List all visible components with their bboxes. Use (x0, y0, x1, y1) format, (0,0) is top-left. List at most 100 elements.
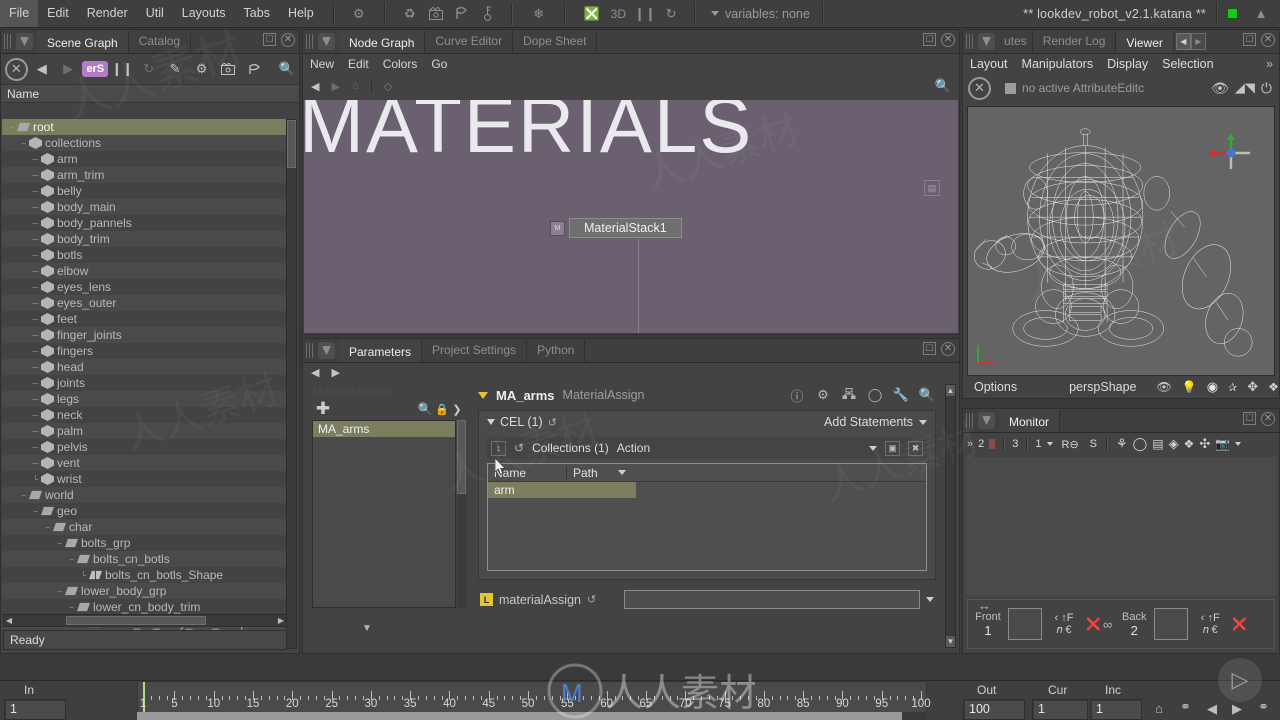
tab-project-settings[interactable]: Project Settings (422, 339, 528, 362)
scene-graph-item[interactable]: ─ botls (2, 247, 288, 263)
timeline-scrollbar[interactable] (137, 712, 927, 720)
maximize-icon[interactable]: ☐ (1243, 33, 1256, 46)
panel-grip[interactable] (306, 343, 314, 358)
add-icon[interactable]: ✚ (312, 399, 334, 419)
tab-catalog[interactable]: Catalog (129, 30, 192, 53)
scene-graph-item[interactable]: − lower_body_grp (2, 583, 288, 599)
back-arrow-icon[interactable]: ◀ (311, 80, 331, 93)
warning-icon[interactable]: ▲ (1248, 1, 1274, 27)
channel-b-value[interactable]: 3 (1012, 438, 1018, 450)
search-icon[interactable]: 🔍 (275, 57, 299, 81)
scene-graph-item[interactable]: − collections (2, 135, 288, 151)
search-icon[interactable]: 🔍 (935, 78, 951, 94)
home-icon[interactable]: ⌂ (352, 80, 371, 92)
tab-scroll-left-icon[interactable]: ◀ (1175, 33, 1191, 50)
snowflake-icon[interactable]: ❄ (526, 1, 552, 27)
panel-menu-icon[interactable] (978, 412, 995, 429)
light-icon[interactable]: 💡 (1182, 380, 1197, 394)
chevron-down-icon[interactable] (618, 470, 626, 475)
table-row[interactable]: arm (488, 482, 636, 498)
tab-monitor[interactable]: Monitor (999, 409, 1061, 432)
tab-scroll-right-icon[interactable]: ▶ (1190, 33, 1206, 50)
twirl-open-icon[interactable]: − (30, 506, 41, 517)
copy-icon[interactable]: ▤ (1152, 437, 1163, 451)
panel-menu-icon[interactable] (318, 33, 335, 50)
out-field[interactable]: 100 (963, 699, 1025, 720)
menu-render[interactable]: Render (78, 0, 137, 27)
chevron-down-icon[interactable]: ▼ (362, 623, 372, 634)
key-icon[interactable] (475, 1, 501, 27)
front-value[interactable]: 1 (968, 623, 1008, 638)
shape-icon[interactable]: ◇ (384, 80, 392, 93)
s-channel-label[interactable]: S (1090, 438, 1097, 450)
target-icon[interactable]: ✣ (1199, 436, 1210, 452)
twirl-open-icon[interactable]: − (6, 122, 17, 133)
panel-grip[interactable] (306, 34, 314, 49)
maximize-icon[interactable]: ☐ (923, 342, 936, 355)
twirl-open-icon[interactable]: − (54, 586, 65, 597)
chevron-down-icon[interactable] (926, 597, 934, 602)
level-value[interactable]: 1 (1035, 438, 1041, 450)
scene-graph-item[interactable]: ─ elbow (2, 263, 288, 279)
panel-grip[interactable] (966, 34, 974, 49)
scene-graph-item[interactable]: − bolts_grp (2, 535, 288, 551)
menu-layout[interactable]: Layout (963, 57, 1015, 71)
forward-arrow-icon[interactable]: ▶ (331, 80, 351, 93)
scene-graph-item[interactable]: └ wrist (2, 471, 288, 487)
collapse-caret-icon[interactable] (487, 419, 495, 425)
scene-graph-item[interactable]: − root (2, 119, 288, 135)
home-icon[interactable]: ⌂ (1155, 701, 1163, 716)
camera-label[interactable]: perspShape (1069, 380, 1136, 394)
close-icon[interactable]: ✕ (1261, 412, 1275, 426)
refresh-icon[interactable]: ↻ (658, 1, 684, 27)
scene-graph-item[interactable]: ─ body_main (2, 199, 288, 215)
revert-icon[interactable]: ↺ (587, 593, 596, 606)
monitor-canvas[interactable] (965, 457, 1277, 595)
pause-icon[interactable]: ❙❙ (632, 1, 658, 27)
next-frame-icon[interactable]: ▶ (1232, 701, 1242, 717)
front-thumbnail[interactable] (1008, 608, 1042, 640)
menu-selection[interactable]: Selection (1155, 57, 1220, 71)
scene-graph-tree[interactable]: − root − collections ─ arm ─ arm_trim ─ belly ─ bod… (2, 119, 288, 649)
maximize-icon[interactable]: ☐ (263, 33, 276, 46)
parameters-vertical-scrollbar[interactable]: ▲ ▼ (945, 384, 956, 648)
scene-graph-item[interactable]: ─ finger_joints (2, 327, 288, 343)
revert-icon[interactable]: ↺ (514, 441, 524, 455)
scene-graph-item[interactable]: ─ arm (2, 151, 288, 167)
panel-menu-icon[interactable] (318, 342, 335, 359)
scene-graph-item[interactable]: ─ eyes_lens (2, 279, 288, 295)
forward-arrow-icon[interactable]: ▶ (331, 366, 339, 379)
in-field[interactable]: 1 (4, 699, 66, 720)
key-next-icon[interactable]: ⚭ (1258, 699, 1269, 715)
scene-graph-item[interactable]: ─ head (2, 359, 288, 375)
twirl-open-icon[interactable]: − (18, 490, 29, 501)
scene-graph-horizontal-scrollbar[interactable]: ◀ ▶ (3, 614, 287, 627)
back-arrow-icon[interactable]: ◀ (311, 366, 319, 379)
pencil-icon[interactable]: ✎ (163, 57, 187, 81)
reorder-icon[interactable]: ↕ (491, 440, 506, 456)
scroll-right-icon[interactable]: ▶ (278, 616, 284, 625)
maximize-icon[interactable]: ☐ (1243, 412, 1256, 425)
curve-icon[interactable] (242, 57, 266, 81)
chevron-down-icon[interactable] (1235, 442, 1242, 446)
channel-a-value[interactable]: 2 (978, 438, 984, 450)
overflow-icon[interactable]: » (1259, 57, 1279, 71)
menu-help[interactable]: Help (279, 0, 323, 27)
wrench-icon[interactable]: 🔧 (892, 387, 910, 403)
node-list-scrollbar[interactable] (457, 420, 466, 608)
chevron-down-icon[interactable] (869, 445, 877, 451)
eye-icon[interactable]: 👁 (1157, 380, 1172, 394)
node-graph-canvas[interactable]: MATERIALS M MaterialStack1 ▤ (304, 100, 958, 333)
scene-graph-item[interactable]: − char (2, 519, 288, 535)
scene-graph-item[interactable]: ─ vent (2, 455, 288, 471)
panel-menu-icon[interactable] (978, 33, 995, 50)
scene-graph-item[interactable]: ─ feet (2, 311, 288, 327)
eye-icon[interactable]: 👁 (1211, 80, 1229, 97)
scene-graph-item[interactable]: ─ palm (2, 423, 288, 439)
tab-node-graph[interactable]: Node Graph (339, 30, 426, 53)
scrollbar-thumb[interactable] (287, 120, 296, 168)
scene-graph-vertical-scrollbar[interactable] (286, 119, 297, 649)
scrollbar-thumb[interactable] (66, 616, 206, 625)
search-icon[interactable]: 🔍 (416, 402, 434, 416)
front-clear-icon[interactable]: ❌ (1086, 617, 1101, 631)
